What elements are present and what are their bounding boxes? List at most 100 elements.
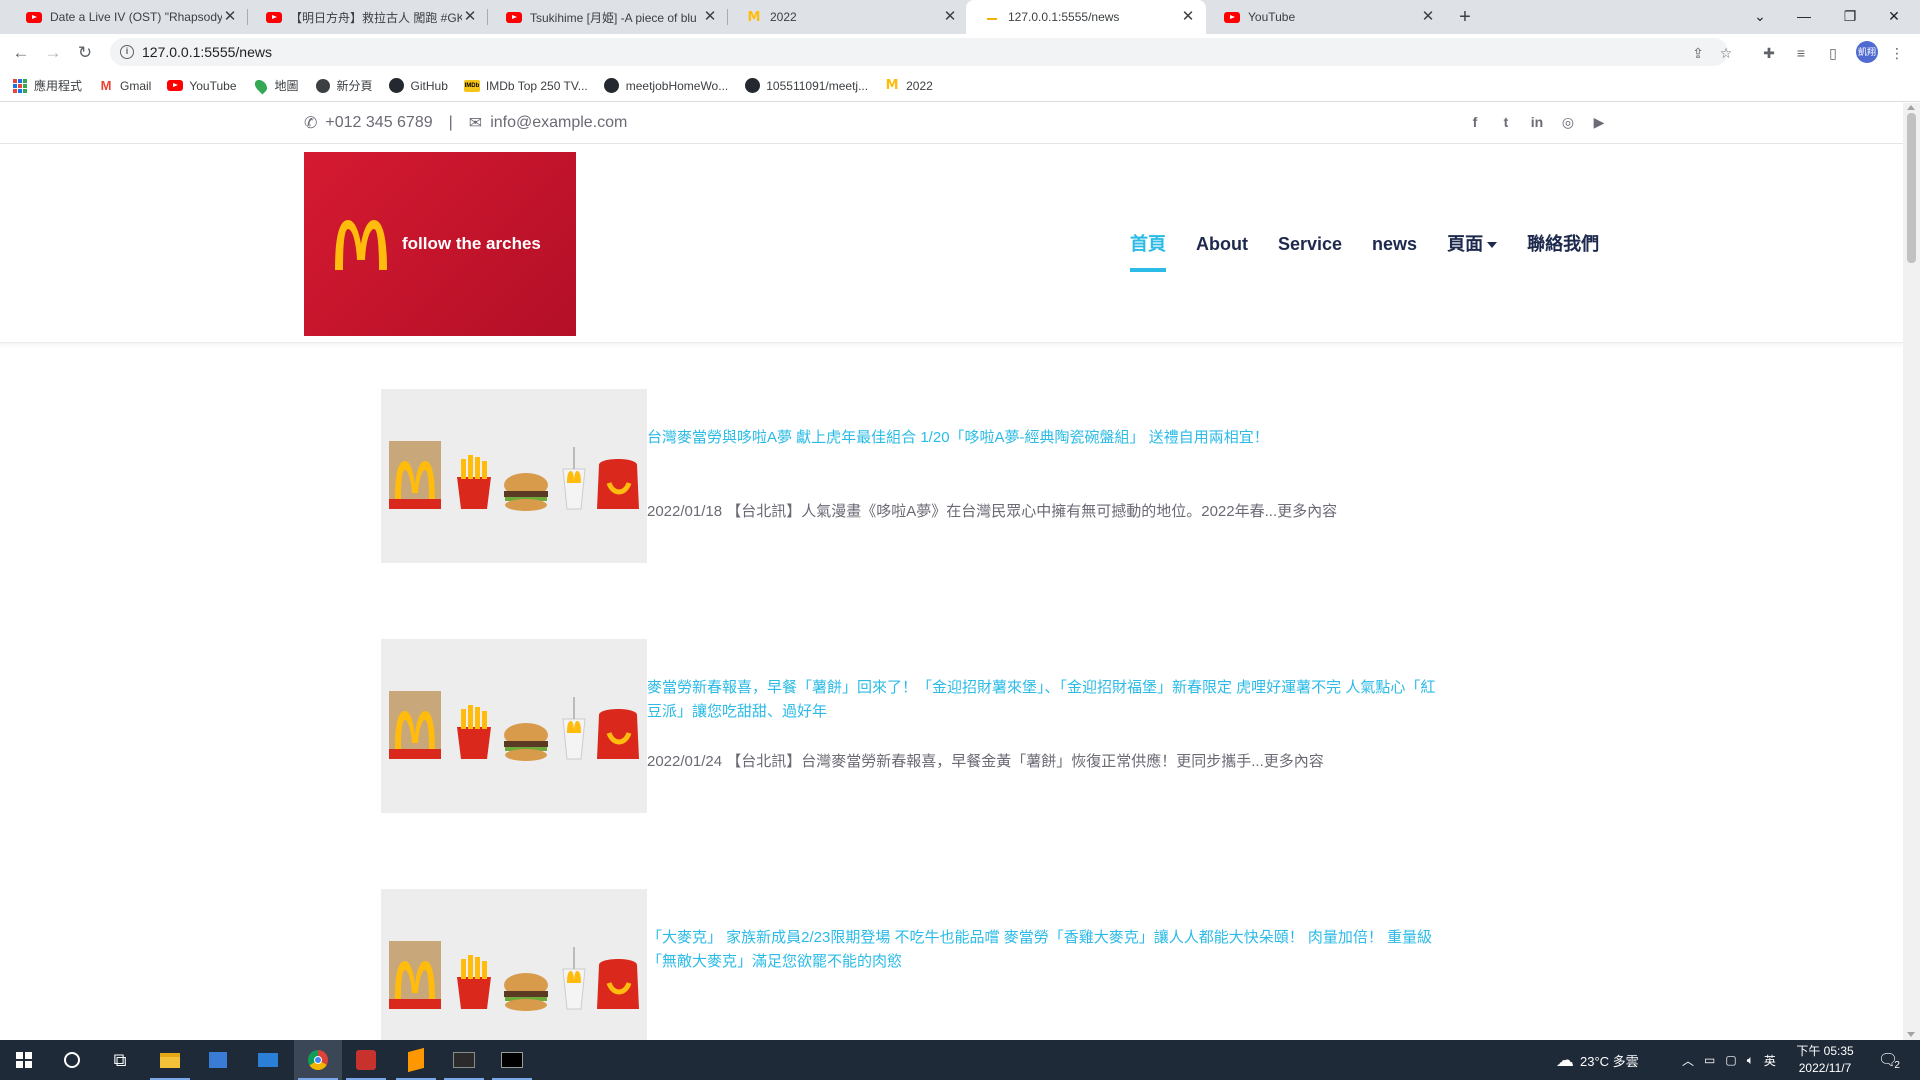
network-icon[interactable]: ▭ xyxy=(1704,1053,1715,1067)
restore-icon[interactable]: ❐ xyxy=(1836,4,1864,28)
browser-tab[interactable]: YouTube ✕ xyxy=(1206,0,1446,34)
scrollbar-thumb[interactable] xyxy=(1907,113,1916,263)
system-clock[interactable]: 下午 05:35 2022/11/7 xyxy=(1796,1043,1854,1077)
bookmark-maps[interactable]: 地圖 xyxy=(252,77,299,94)
bookmark-label: meetjobHomeWo... xyxy=(625,78,729,93)
windows-start-icon[interactable] xyxy=(0,1040,48,1080)
bookmark-star-icon[interactable]: ☆ xyxy=(1716,43,1736,63)
browser-tab[interactable]: Tsukihime [月姫] -A piece of blu ✕ xyxy=(488,0,728,34)
news-title-link[interactable]: 台灣麥當勞與哆啦A夢 獻上虎年最佳組合 1/20「哆啦A夢-經典陶瓷碗盤組」 送… xyxy=(647,426,1447,450)
mail-icon[interactable] xyxy=(244,1040,292,1080)
task-view-icon[interactable]: ⧉ xyxy=(96,1040,144,1080)
tab-title: 127.0.0.1:5555/news xyxy=(1008,10,1120,24)
reload-icon[interactable]: ↻ xyxy=(72,40,98,66)
news-title-link[interactable]: 「大麥克」 家族新成員2/23限期登場 不吃牛也能品嚐 麥當勞「香雞大麥克」讓人… xyxy=(647,926,1447,974)
news-thumbnail[interactable] xyxy=(381,639,647,813)
side-panel-icon[interactable]: ▯ xyxy=(1822,42,1844,64)
forward-icon[interactable]: → xyxy=(40,40,66,66)
scroll-down-icon[interactable] xyxy=(1907,1032,1915,1037)
news-thumbnail[interactable] xyxy=(381,889,647,1040)
sublime-icon[interactable] xyxy=(392,1040,440,1080)
browser-tab-active[interactable]: 127.0.0.1:5555/news ✕ xyxy=(966,0,1206,34)
nav-pages-dropdown[interactable]: 頁面 xyxy=(1447,229,1498,259)
bookmark-github[interactable]: GitHub xyxy=(389,78,448,94)
extensions-icon[interactable]: ✚ xyxy=(1758,42,1780,64)
scroll-up-icon[interactable] xyxy=(1907,105,1915,110)
weather-widget[interactable]: ☁ 23°C 多雲 xyxy=(1556,1040,1639,1080)
store-icon[interactable] xyxy=(194,1040,242,1080)
nav-service[interactable]: Service xyxy=(1278,229,1342,259)
media-control-icon[interactable]: ≡ xyxy=(1790,42,1812,64)
twitter-icon[interactable]: t xyxy=(1495,114,1517,131)
bookmark-apps[interactable]: 應用程式 xyxy=(12,77,82,94)
url-text[interactable]: 127.0.0.1:5555/news xyxy=(142,44,272,60)
back-icon[interactable]: ← xyxy=(8,40,34,66)
tab-title: 2022 xyxy=(770,10,797,24)
tab-strip: Date a Live IV (OST) "Rhapsody ✕ 【明日方舟】救… xyxy=(0,0,1920,34)
show-hidden-icons-icon[interactable]: ︿ xyxy=(1682,1052,1694,1069)
file-explorer-icon[interactable] xyxy=(146,1040,194,1080)
nav-contact[interactable]: 聯絡我們 xyxy=(1527,229,1599,259)
bookmark-label: YouTube xyxy=(189,78,237,93)
search-icon[interactable] xyxy=(48,1040,96,1080)
linkedin-icon[interactable]: in xyxy=(1526,114,1548,131)
close-tab-icon[interactable]: ✕ xyxy=(222,9,238,25)
facebook-icon[interactable]: f xyxy=(1464,114,1486,131)
tab-search-icon[interactable]: ⌄ xyxy=(1746,4,1774,28)
cmd-icon[interactable] xyxy=(488,1040,536,1080)
nav-news[interactable]: news xyxy=(1372,229,1417,259)
bookmark-gmail[interactable]: M Gmail xyxy=(98,78,152,94)
profile-avatar[interactable]: 凱翔 xyxy=(1856,41,1878,63)
cloud-icon: ☁ xyxy=(1556,1049,1574,1070)
minimize-icon[interactable]: — xyxy=(1790,4,1818,28)
bookmark-meetjob[interactable]: meetjobHomeWo... xyxy=(604,78,729,94)
address-bar[interactable]: i 127.0.0.1:5555/news ⇪ ☆ xyxy=(110,38,1732,66)
share-icon[interactable]: ⇪ xyxy=(1688,43,1708,63)
page-scrollbar[interactable] xyxy=(1903,103,1920,1040)
globe-icon xyxy=(315,78,331,94)
nav-home[interactable]: 首頁 xyxy=(1130,229,1166,272)
terminal-icon[interactable] xyxy=(440,1040,488,1080)
bookmarks-bar: 應用程式 M Gmail YouTube 地圖 新分頁 GitHub IMDb … xyxy=(0,70,1920,102)
display-icon[interactable]: ▢ xyxy=(1725,1053,1736,1067)
close-tab-icon[interactable]: ✕ xyxy=(1420,9,1436,25)
browser-tab[interactable]: M 2022 ✕ xyxy=(728,0,968,34)
nav-about[interactable]: About xyxy=(1196,229,1248,259)
imdb-icon: IMDb xyxy=(463,78,481,94)
news-item: 麥當勞新春報喜，早餐「薯餅」回來了！「金迎招財薯來堡」、「金迎招財福堡」新春限定… xyxy=(381,639,1481,813)
site-logo[interactable]: follow the arches xyxy=(304,152,576,336)
chrome-icon[interactable] xyxy=(294,1040,342,1080)
bookmark-youtube[interactable]: YouTube xyxy=(167,78,237,94)
browser-tab[interactable]: Date a Live IV (OST) "Rhapsody ✕ xyxy=(8,0,248,34)
volume-icon[interactable]: 🔈︎ xyxy=(1747,1053,1754,1068)
youtube-icon xyxy=(506,9,522,25)
bookmark-new-tab[interactable]: 新分頁 xyxy=(315,77,373,94)
bookmark-2022[interactable]: M 2022 xyxy=(884,78,933,94)
browser-tab[interactable]: 【明日方舟】救拉古人 闖跑 #GK ✕ xyxy=(248,0,488,34)
news-title-link[interactable]: 麥當勞新春報喜，早餐「薯餅」回來了！「金迎招財薯來堡」、「金迎招財福堡」新春限定… xyxy=(647,676,1447,724)
game-icon[interactable] xyxy=(342,1040,390,1080)
close-tab-icon[interactable]: ✕ xyxy=(942,9,958,25)
clock-time: 下午 05:35 xyxy=(1796,1044,1854,1058)
news-thumbnail[interactable] xyxy=(381,389,647,563)
tab-title: 【明日方舟】救拉古人 闖跑 #GK xyxy=(290,10,462,25)
ime-indicator[interactable]: 英 xyxy=(1764,1052,1776,1069)
youtube-icon xyxy=(1224,9,1240,25)
menu-icon[interactable]: ⋮ xyxy=(1886,42,1908,64)
bookmark-imdb[interactable]: IMDb IMDb Top 250 TV... xyxy=(463,78,588,94)
bookmark-repo[interactable]: 105511091/meetj... xyxy=(744,78,868,94)
instagram-icon[interactable]: ◎ xyxy=(1557,114,1579,131)
close-tab-icon[interactable]: ✕ xyxy=(1180,9,1196,25)
windows-taskbar: ⧉ ☁ 23°C 多雲 ︿ ▭ ▢ 🔈︎ 英 下午 05:35 2022/11/… xyxy=(0,1040,1920,1080)
close-tab-icon[interactable]: ✕ xyxy=(462,9,478,25)
close-window-icon[interactable]: ✕ xyxy=(1880,4,1908,28)
new-tab-button[interactable]: + xyxy=(1452,5,1478,29)
notification-center[interactable]: 🗨︎ 2 xyxy=(1878,1040,1900,1080)
youtube-icon[interactable]: ▶ xyxy=(1588,114,1610,131)
site-info-icon[interactable]: i xyxy=(120,45,134,59)
mcdonalds-menu-illustration xyxy=(389,941,639,1011)
bookmark-label: Gmail xyxy=(120,78,152,93)
close-tab-icon[interactable]: ✕ xyxy=(702,9,718,25)
main-nav: 首頁 About Service news 頁面 聯絡我們 xyxy=(1130,229,1629,272)
caret-down-icon xyxy=(1487,242,1498,249)
